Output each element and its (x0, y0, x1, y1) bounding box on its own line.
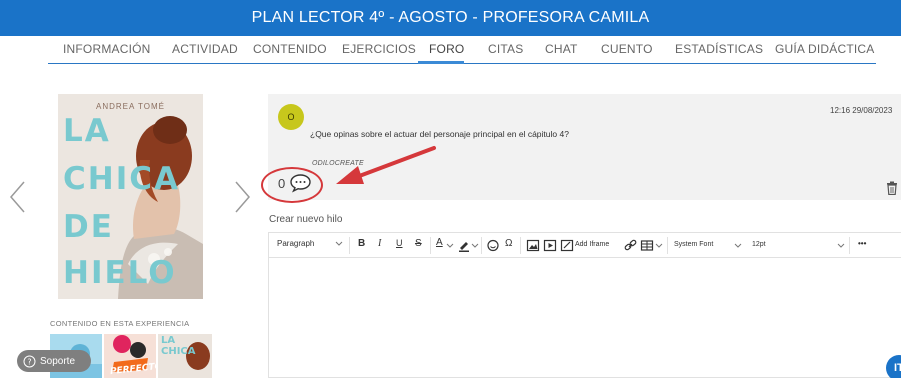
toolbar-separator (430, 237, 431, 254)
table-icon[interactable] (640, 239, 654, 252)
book-title-line-1: LA (63, 113, 111, 149)
tab-citas[interactable]: CITAS (488, 42, 523, 56)
tab-informacion[interactable]: INFORMACIÓN (63, 42, 151, 56)
page-title-bar: PLAN LECTOR 4º - AGOSTO - PROFESORA CAMI… (0, 0, 901, 36)
more-options-button[interactable]: ••• (858, 239, 866, 248)
strikethrough-button[interactable]: S (415, 238, 422, 249)
chevron-down-icon (335, 241, 343, 246)
post-timestamp: 12:16 29/08/2023 (830, 106, 893, 115)
avatar: O (278, 104, 304, 130)
book-title-line-3: DE (63, 209, 114, 245)
tab-bar: INFORMACIÓN ACTIVIDAD CONTENIDO EJERCICI… (48, 36, 876, 64)
toolbar-separator (667, 237, 668, 254)
book-cover[interactable]: ANDREA TOMÉ LA CHICA DE HIELO (58, 94, 203, 299)
block-format-select[interactable]: Paragraph (277, 239, 314, 248)
thumbnail-3-title: LA CHICA (161, 335, 196, 357)
support-button[interactable]: ? Soporte (17, 350, 91, 372)
question-circle-icon: ? (23, 355, 36, 367)
book-title-line-2: CHICA (63, 161, 180, 197)
toolbar-separator (349, 237, 350, 254)
help-chat-button[interactable]: IT (886, 355, 901, 378)
media-icon[interactable] (543, 239, 557, 252)
toolbar-separator (520, 237, 521, 254)
tab-foro[interactable]: FORO (429, 42, 464, 56)
chevron-down-icon (471, 243, 479, 248)
book-author: ANDREA TOMÉ (96, 102, 165, 111)
tab-actividad[interactable]: ACTIVIDAD (172, 42, 238, 56)
editor-toolbar: Paragraph B I U S A Ω Add Iframe System … (269, 233, 901, 258)
tab-contenido[interactable]: CONTENIDO (253, 42, 327, 56)
chevron-left-icon[interactable] (8, 180, 28, 214)
avatar-initial: O (287, 112, 295, 122)
bold-button[interactable]: B (358, 238, 365, 249)
new-thread-label: Crear nuevo hilo (269, 214, 343, 225)
chevron-down-icon (734, 243, 742, 248)
experience-content-label: CONTENIDO EN ESTA EXPERIENCIA (50, 319, 190, 328)
tab-ejercicios[interactable]: EJERCICIOS (342, 42, 416, 56)
chevron-down-icon (446, 243, 454, 248)
link-icon[interactable] (623, 239, 637, 252)
experience-thumbnail-2[interactable]: PERFECTOS (104, 334, 156, 378)
tab-chat[interactable]: CHAT (545, 42, 578, 56)
underline-button[interactable]: U (396, 238, 403, 248)
chevron-down-icon (655, 243, 663, 248)
post-question: ¿Que opinas sobre el actuar del personaj… (310, 129, 569, 139)
iframe-icon[interactable] (560, 239, 574, 252)
tab-estadisticas[interactable]: ESTADÍSTICAS (675, 42, 763, 56)
add-iframe-button[interactable]: Add Iframe (575, 241, 609, 248)
emoji-icon[interactable] (486, 239, 500, 252)
pointer-arrow-annotation (336, 146, 436, 184)
support-label: Soporte (40, 355, 76, 367)
toolbar-separator (849, 237, 850, 254)
svg-text:?: ? (27, 357, 31, 366)
toolbar-separator (481, 237, 482, 254)
image-icon[interactable] (526, 239, 540, 252)
rich-text-editor[interactable]: Paragraph B I U S A Ω Add Iframe System … (268, 232, 901, 378)
font-family-select[interactable]: System Font (674, 241, 713, 248)
highlight-ring (261, 167, 323, 203)
tab-guia-didactica[interactable]: GUÍA DIDÁCTICA (775, 42, 874, 56)
page-title: PLAN LECTOR 4º - AGOSTO - PROFESORA CAMI… (251, 9, 650, 26)
experience-thumbnail-3[interactable]: LA CHICA (158, 334, 212, 378)
italic-button[interactable]: I (378, 238, 381, 249)
text-color-button[interactable]: A (436, 237, 443, 248)
chevron-right-icon[interactable] (232, 180, 252, 214)
font-size-select[interactable]: 12pt (752, 241, 766, 248)
book-title-line-4: HIELO (63, 255, 177, 291)
highlighter-icon[interactable] (457, 239, 471, 252)
special-char-button[interactable]: Ω (505, 238, 512, 249)
tab-cuento[interactable]: CUENTO (601, 42, 653, 56)
trash-icon[interactable] (886, 181, 898, 195)
chevron-down-icon (837, 243, 845, 248)
tab-active-indicator (418, 61, 464, 64)
help-chat-label: IT (894, 362, 901, 374)
